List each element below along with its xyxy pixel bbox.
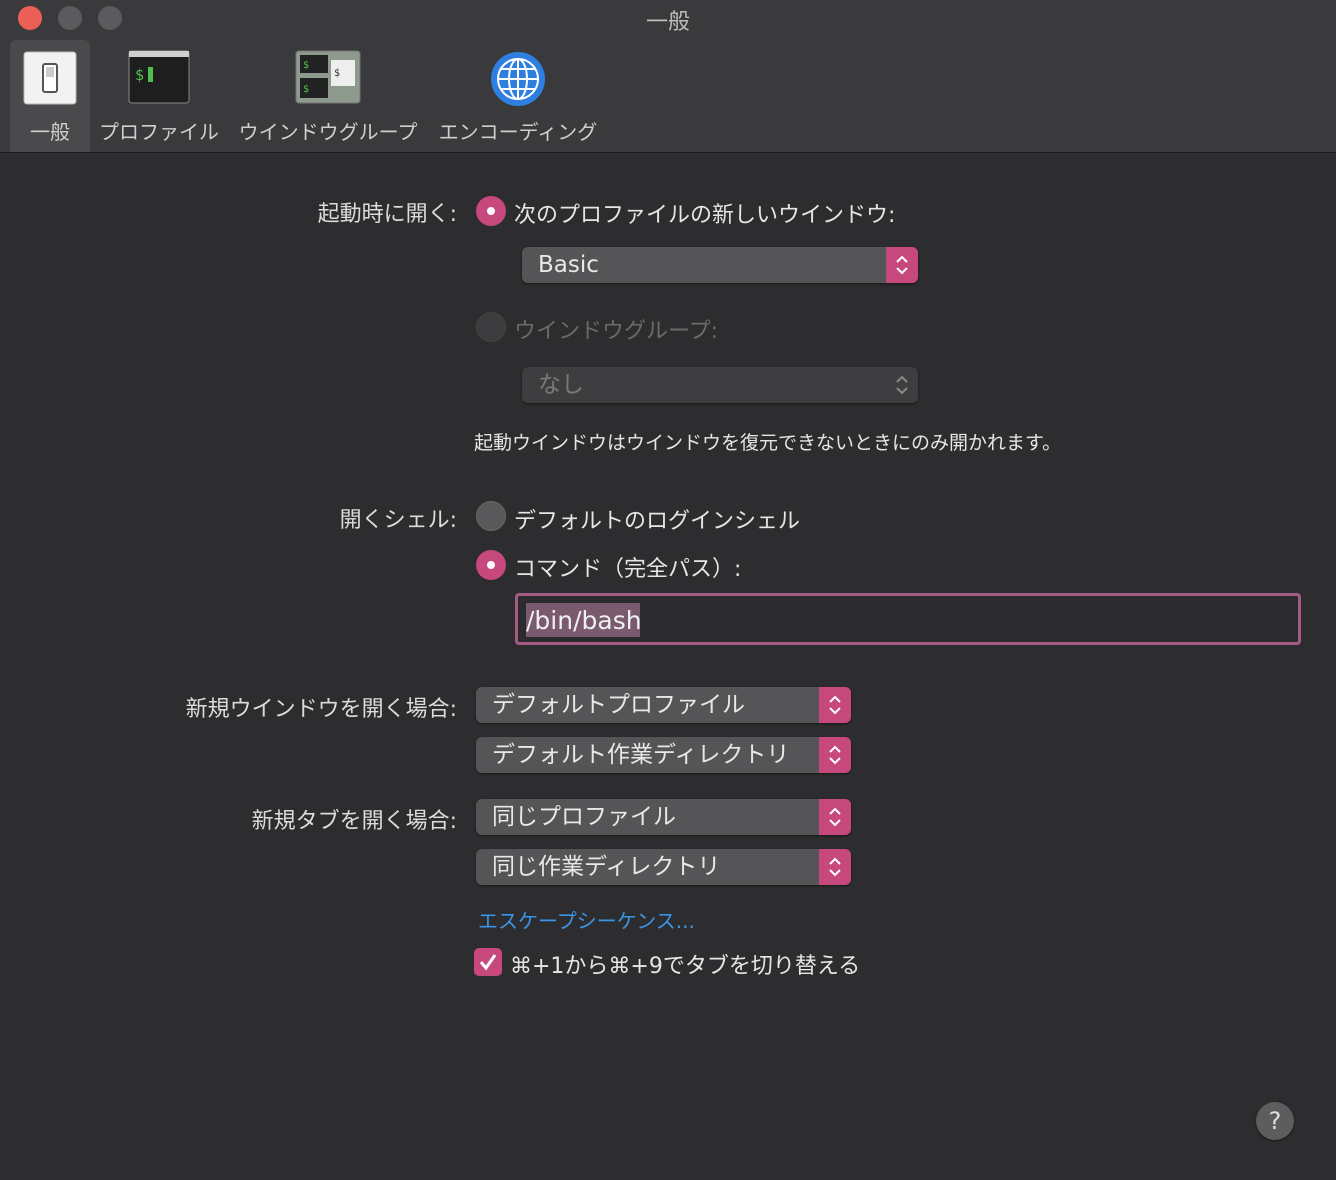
command-path-field[interactable]	[515, 593, 1301, 645]
startup-group-popup[interactable]: なし	[522, 367, 918, 403]
tab-profiles[interactable]: $ プロファイル	[98, 40, 220, 152]
chevron-updown-icon	[819, 687, 851, 723]
new-tab-profile-value: 同じプロファイル	[492, 804, 676, 830]
startup-profile-option-label: 次のプロファイルの新しいウインドウ:	[514, 203, 896, 228]
terminal-icon: $	[128, 50, 190, 108]
new-window-profile-popup[interactable]: デフォルトプロファイル	[476, 687, 851, 723]
startup-profile-value: Basic	[538, 252, 599, 278]
chevron-updown-icon	[819, 799, 851, 835]
svg-text:$: $	[303, 84, 309, 95]
window-group-icon: $ $ $	[295, 50, 361, 108]
checkmark-icon	[479, 954, 497, 971]
shell-command-radio[interactable]	[476, 550, 506, 580]
startup-note: 起動ウインドウはウインドウを復元できないときにのみ開かれます。	[474, 432, 1062, 454]
new-tab-directory-value: 同じ作業ディレクトリ	[492, 854, 721, 880]
new-tab-label: 新規タブを開く場合:	[251, 809, 457, 834]
startup-group-option-label: ウインドウグループ:	[514, 319, 719, 344]
new-tab-directory-popup[interactable]: 同じ作業ディレクトリ	[476, 849, 851, 885]
tab-general[interactable]: 一般	[10, 40, 90, 152]
tab-switch-checkbox[interactable]	[474, 948, 502, 976]
shell-default-radio[interactable]	[476, 501, 506, 531]
shell-default-option-label: デフォルトのログインシェル	[514, 509, 801, 534]
tab-general-label: 一般	[30, 120, 70, 144]
tab-window-groups[interactable]: $ $ $ ウインドウグループ	[236, 40, 420, 152]
tab-encodings-label: エンコーディング	[438, 120, 598, 144]
tab-encodings[interactable]: エンコーディング	[436, 40, 600, 152]
help-button[interactable]: ?	[1256, 1102, 1294, 1140]
new-window-profile-value: デフォルトプロファイル	[492, 692, 745, 718]
switch-icon	[22, 50, 78, 110]
startup-profile-popup[interactable]: Basic	[522, 247, 918, 283]
svg-text:$: $	[334, 68, 340, 79]
chevron-updown-icon	[819, 849, 851, 885]
title-bar: 一般 一般 $ プロファイル $ $ $ ウインドウグループ エンコーディング	[0, 0, 1336, 153]
command-path-input[interactable]	[526, 600, 1286, 640]
tab-profiles-label: プロファイル	[99, 120, 219, 144]
tab-switch-label: ⌘+1から⌘+9でタブを切り替える	[510, 954, 861, 979]
svg-text:$: $	[303, 60, 309, 71]
chevron-updown-icon	[886, 367, 918, 403]
shell-label: 開くシェル:	[339, 508, 457, 533]
window-title: 一般	[645, 10, 690, 35]
chevron-updown-icon	[886, 247, 918, 283]
chevron-updown-icon	[819, 737, 851, 773]
preferences-window: 一般 一般 $ プロファイル $ $ $ ウインドウグループ エンコーディング …	[0, 0, 1336, 1180]
startup-group-value: なし	[538, 372, 584, 398]
globe-icon	[489, 50, 547, 112]
startup-label: 起動時に開く:	[317, 202, 457, 227]
new-tab-profile-popup[interactable]: 同じプロファイル	[476, 799, 851, 835]
new-window-label: 新規ウインドウを開く場合:	[185, 697, 457, 722]
new-window-directory-popup[interactable]: デフォルト作業ディレクトリ	[476, 737, 851, 773]
svg-text:$: $	[135, 66, 144, 84]
tab-window-groups-label: ウインドウグループ	[238, 120, 418, 144]
escape-sequences-link[interactable]: エスケープシーケンス...	[478, 905, 695, 934]
new-window-directory-value: デフォルト作業ディレクトリ	[492, 742, 790, 768]
startup-group-radio[interactable]	[476, 312, 506, 342]
shell-command-option-label: コマンド（完全パス）:	[514, 557, 742, 582]
startup-profile-radio[interactable]	[476, 196, 506, 226]
